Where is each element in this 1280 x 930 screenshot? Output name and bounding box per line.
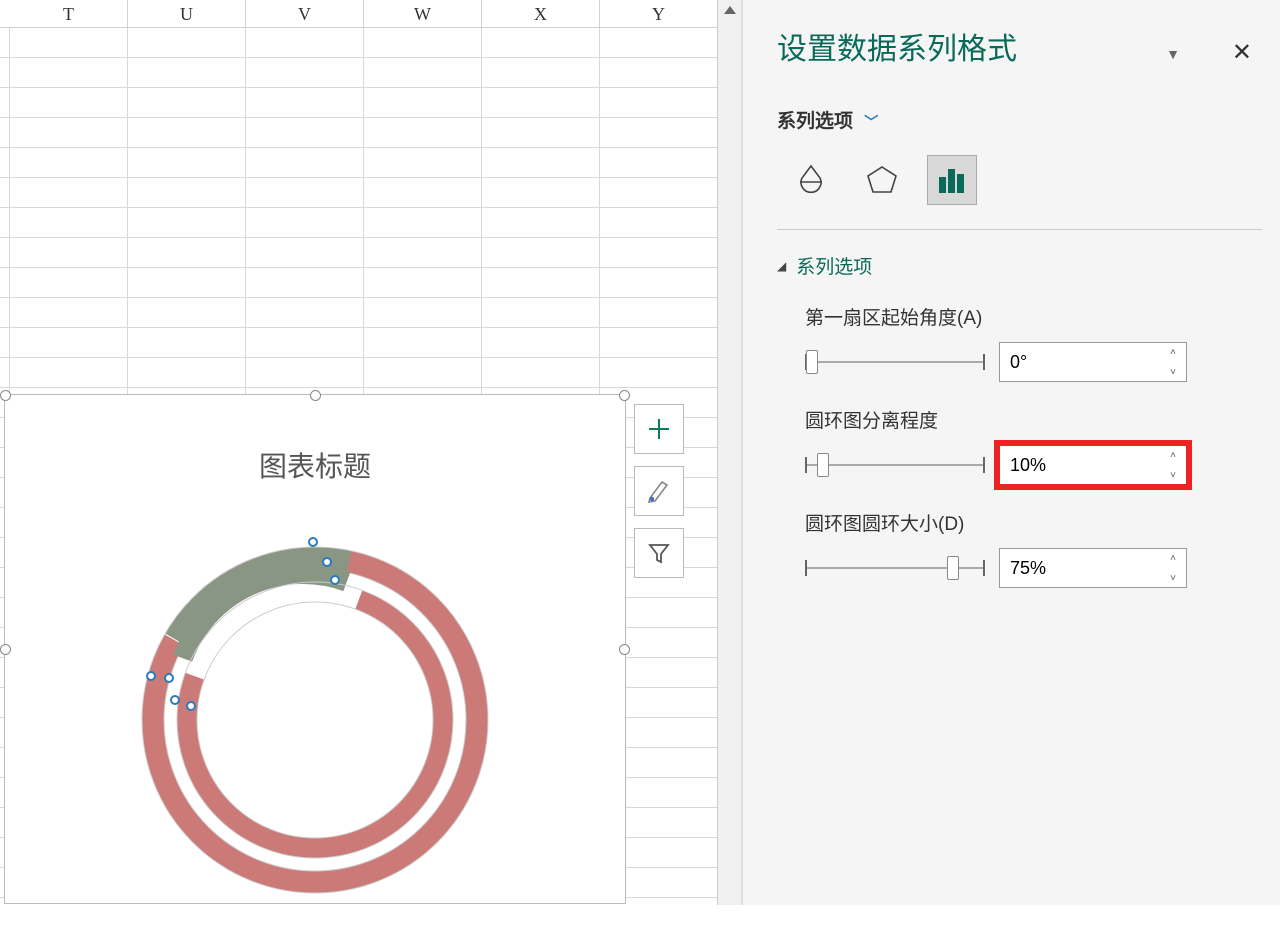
selection-handle[interactable] xyxy=(170,695,180,705)
angle-value-field[interactable] xyxy=(1000,343,1150,381)
first-slice-angle-slider[interactable] xyxy=(805,350,985,374)
resize-handle[interactable] xyxy=(619,644,630,655)
resize-handle[interactable] xyxy=(0,644,11,655)
selection-handle[interactable] xyxy=(164,673,174,683)
explosion-value-field[interactable] xyxy=(1000,446,1150,484)
spreadsheet-area: T U V W X Y xyxy=(0,0,741,905)
col-header[interactable]: T xyxy=(10,0,128,27)
vertical-scrollbar[interactable] xyxy=(717,0,741,905)
col-header[interactable]: U xyxy=(128,0,246,27)
section-title: 系列选项 xyxy=(796,252,872,279)
fill-line-tab[interactable] xyxy=(787,155,837,205)
resize-handle[interactable] xyxy=(310,390,321,401)
resize-handle[interactable] xyxy=(619,390,630,401)
col-header[interactable]: Y xyxy=(600,0,718,27)
series-options-tab[interactable] xyxy=(927,155,977,205)
series-options-section-header[interactable]: ◢ 系列选项 xyxy=(777,252,1262,279)
chart-elements-button[interactable] xyxy=(634,404,684,454)
chart-styles-button[interactable] xyxy=(634,466,684,516)
chart-title[interactable]: 图表标题 xyxy=(5,445,625,485)
selection-handle[interactable] xyxy=(146,671,156,681)
scroll-up-icon[interactable] xyxy=(722,2,738,18)
format-pane: 设置数据系列格式 ▼ ✕ 系列选项 ﹀ ◢ 系列选项 第一扇区起始角度(A) xyxy=(743,0,1280,905)
col-header[interactable]: V xyxy=(246,0,364,27)
doughnut-hole-size-label: 圆环图圆环大小(D) xyxy=(805,509,1262,536)
selection-handle[interactable] xyxy=(186,701,196,711)
chart-filter-button[interactable] xyxy=(634,528,684,578)
col-header[interactable]: X xyxy=(482,0,600,27)
step-down-icon[interactable]: ˅ xyxy=(1164,571,1182,585)
doughnut-explosion-input[interactable]: ˄˅ xyxy=(999,445,1187,485)
selection-handle[interactable] xyxy=(308,537,318,547)
col-header[interactable]: W xyxy=(364,0,482,27)
doughnut-explosion-label: 圆环图分离程度 xyxy=(805,406,1262,433)
step-up-icon[interactable]: ˄ xyxy=(1164,345,1182,359)
pane-title: 设置数据系列格式 xyxy=(777,24,1262,68)
chart-object[interactable]: 图表标题 xyxy=(4,394,626,904)
hole-value-field[interactable] xyxy=(1000,549,1150,587)
close-icon[interactable]: ✕ xyxy=(1232,38,1252,67)
resize-handle[interactable] xyxy=(0,390,11,401)
pane-options-dropdown[interactable]: ▼ xyxy=(1166,46,1180,62)
step-down-icon[interactable]: ˅ xyxy=(1164,365,1182,379)
doughnut-hole-size-input[interactable]: ˄˅ xyxy=(999,548,1187,588)
doughnut-chart[interactable] xyxy=(110,515,520,925)
chart-actions xyxy=(634,404,684,578)
first-slice-angle-input[interactable]: ˄˅ xyxy=(999,342,1187,382)
format-category-tabs xyxy=(777,155,1262,230)
step-up-icon[interactable]: ˄ xyxy=(1164,551,1182,565)
step-down-icon[interactable]: ˅ xyxy=(1164,468,1182,482)
series-options-label: 系列选项 xyxy=(777,111,853,132)
doughnut-hole-size-slider[interactable] xyxy=(805,556,985,580)
column-headers: T U V W X Y xyxy=(0,0,741,28)
series-options-dropdown[interactable]: 系列选项 ﹀ xyxy=(777,106,1262,133)
triangle-collapse-icon: ◢ xyxy=(777,259,786,273)
first-slice-angle-label: 第一扇区起始角度(A) xyxy=(805,303,1262,330)
chevron-down-icon: ﹀ xyxy=(864,114,878,130)
selection-handle[interactable] xyxy=(330,575,340,585)
effects-tab[interactable] xyxy=(857,155,907,205)
doughnut-explosion-slider[interactable] xyxy=(805,453,985,477)
selection-handle[interactable] xyxy=(322,557,332,567)
step-up-icon[interactable]: ˄ xyxy=(1164,448,1182,462)
